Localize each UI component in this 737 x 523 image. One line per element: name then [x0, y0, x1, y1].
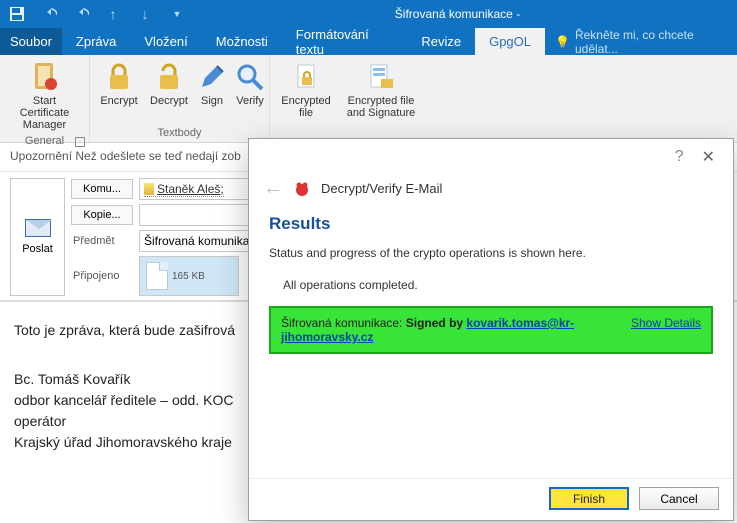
cc-button[interactable]: Kopie... — [71, 205, 133, 225]
lightbulb-icon: 💡 — [555, 35, 570, 49]
status-text: Status and progress of the crypto operat… — [269, 246, 713, 260]
encfile-label-1: Encrypted — [281, 95, 331, 107]
start-certificate-manager-button[interactable]: Start Certificate Manager — [4, 59, 85, 133]
show-details-link[interactable]: Show Details — [631, 316, 701, 344]
group-textbody: Textbody — [90, 125, 269, 142]
result-prefix: Šifrovaná komunikace: — [281, 316, 406, 330]
tab-format[interactable]: Formátování textu — [282, 28, 408, 55]
recipient-chip[interactable]: Staněk Aleš; — [144, 182, 224, 197]
app-icon — [293, 181, 311, 197]
lock-closed-icon — [103, 61, 135, 93]
to-button[interactable]: Komu... — [71, 179, 133, 199]
attachment-size: 165 KB — [172, 271, 205, 282]
ops-complete-text: All operations completed. — [283, 278, 713, 292]
tab-options[interactable]: Možnosti — [202, 28, 282, 55]
results-heading: Results — [269, 214, 713, 234]
quick-access-toolbar: ↑ ↓ ▼ — [8, 5, 186, 23]
verify-label: Verify — [236, 95, 264, 107]
send-button[interactable]: Poslat — [10, 178, 65, 296]
attached-label: Připojeno — [71, 270, 133, 282]
redo-icon[interactable] — [72, 5, 90, 23]
sign-label: Sign — [201, 95, 223, 107]
result-entry: Šifrovaná komunikace: Signed by kovarik.… — [269, 306, 713, 354]
encfilesig-label-2: and Signature — [347, 107, 416, 119]
subject-label: Předmět — [71, 235, 133, 247]
encrypted-file-sig-icon — [365, 61, 397, 93]
tab-file[interactable]: Soubor — [0, 28, 62, 55]
finish-button[interactable]: Finish — [549, 487, 629, 510]
document-icon — [146, 262, 168, 290]
close-button[interactable]: ✕ — [696, 147, 721, 167]
window-titlebar: ↑ ↓ ▼ Šifrovaná komunikace - — [0, 0, 737, 28]
lock-open-icon — [153, 61, 185, 93]
general-launcher-icon[interactable] — [75, 137, 85, 147]
pen-icon — [196, 61, 228, 93]
signed-by-label: Signed by — [406, 316, 467, 330]
encrypted-file-button[interactable]: Encrypted file — [274, 59, 338, 121]
recipient-name: Staněk Aleš; — [157, 182, 224, 196]
certificate-icon — [29, 61, 61, 93]
help-button[interactable]: ? — [663, 148, 696, 166]
contact-icon — [144, 183, 154, 195]
back-icon[interactable]: ← — [263, 177, 283, 200]
tab-review[interactable]: Revize — [407, 28, 475, 55]
group-general: General — [0, 133, 89, 150]
encrypt-label: Encrypt — [100, 95, 137, 107]
encrypted-file-signature-button[interactable]: Encrypted file and Signature — [338, 59, 424, 121]
tab-gpgol[interactable]: GpgOL — [475, 28, 545, 55]
ribbon: Start Certificate Manager General Encryp… — [0, 55, 737, 143]
encrypted-file-icon — [290, 61, 322, 93]
undo-icon[interactable] — [40, 5, 58, 23]
tell-me-placeholder: Řekněte mi, co chcete udělat... — [575, 28, 727, 56]
verify-button[interactable]: Verify — [230, 59, 270, 109]
encfile-label-2: file — [299, 107, 313, 119]
sign-button[interactable]: Sign — [194, 59, 230, 109]
send-label: Poslat — [22, 243, 53, 255]
tab-message[interactable]: Zpráva — [62, 28, 130, 55]
attachment-item[interactable]: 165 KB — [139, 256, 239, 296]
window-title: Šifrovaná komunikace - — [186, 7, 729, 21]
start-cert-label-1: Start Certificate — [10, 95, 79, 119]
encrypt-button[interactable]: Encrypt — [94, 59, 144, 109]
decrypt-label: Decrypt — [150, 95, 188, 107]
start-cert-label-2: Manager — [23, 119, 66, 131]
qat-dropdown-icon[interactable]: ▼ — [168, 5, 186, 23]
envelope-icon — [25, 219, 51, 237]
encfilesig-label-1: Encrypted file — [348, 95, 415, 107]
next-icon[interactable]: ↓ — [136, 5, 154, 23]
tell-me-search[interactable]: 💡 Řekněte mi, co chcete udělat... — [545, 28, 737, 55]
dialog-title: Decrypt/Verify E-Mail — [321, 181, 442, 196]
tab-insert[interactable]: Vložení — [130, 28, 201, 55]
magnifier-icon — [234, 61, 266, 93]
prev-icon[interactable]: ↑ — [104, 5, 122, 23]
decrypt-button[interactable]: Decrypt — [144, 59, 194, 109]
decrypt-verify-dialog: ? ✕ ← Decrypt/Verify E-Mail Results Stat… — [248, 138, 734, 521]
save-icon[interactable] — [8, 5, 26, 23]
cancel-button[interactable]: Cancel — [639, 487, 719, 510]
ribbon-tabs: Soubor Zpráva Vložení Možnosti Formátová… — [0, 28, 737, 55]
